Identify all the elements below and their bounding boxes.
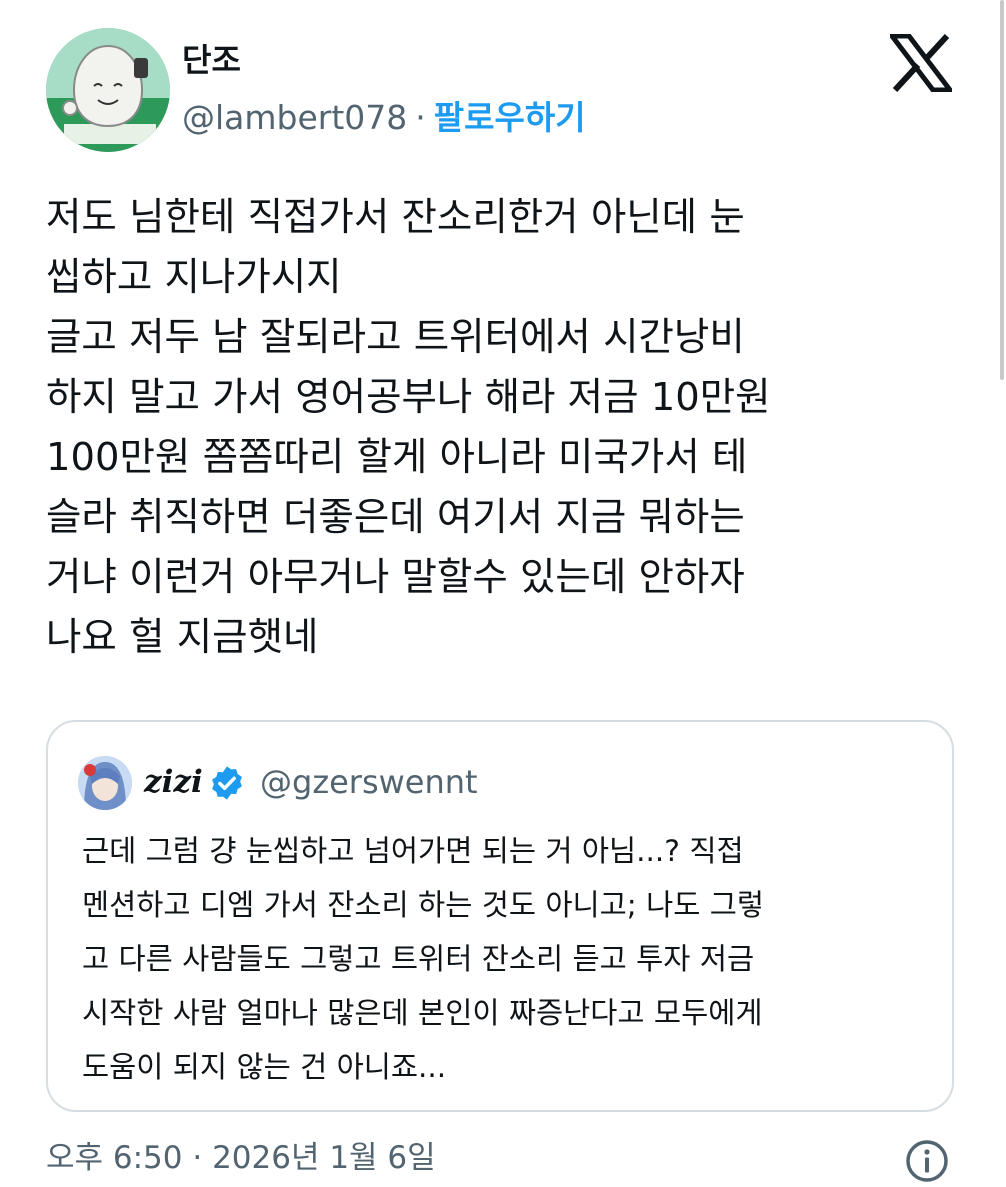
quoted-tweet-card[interactable]: zizi @gzerswennt 근데 그럼 걍 눈씹하고 넘어가면 되는 거 … [46,720,954,1112]
author-handle-row: @lambert078 · 팔로우하기 [182,96,586,140]
tweet-line: 나요 헐 지금햇네 [46,615,319,660]
quoted-tweet-text: 근데 그럼 걍 눈씹하고 넘어가면 되는 거 아님...? 직접 멘션하고 디엠… [82,824,932,1094]
quoted-author-avatar[interactable] [78,756,132,810]
handle-separator: · [415,98,426,137]
author-handle[interactable]: @lambert078 [182,98,407,137]
verified-badge-icon [212,766,242,800]
tweet-line: 슬라 취직하면 더좋은데 여기서 지금 뭐하는 [46,495,745,540]
follow-button[interactable]: 팔로우하기 [434,98,586,137]
quote-line: 근데 그럼 걍 눈씹하고 넘어가면 되는 거 아님...? 직접 [82,834,744,868]
tweet-line: 글고 저두 남 잘되라고 트위터에서 시간낭비 [46,315,745,360]
quote-line: 고 다른 사람들도 그렇고 트위터 잔소리 듣고 투자 저금 [82,942,755,976]
quoted-display-name[interactable]: zizi [144,762,203,802]
quote-line: 도움이 되지 않는 건 아니죠... [82,1050,447,1084]
tweet-line: 100만원 쫌쫌따리 할게 아니라 미국가서 테 [46,435,748,480]
quote-line: 시작한 사람 얼마나 많은데 본인이 짜증난다고 모두에게 [82,996,763,1030]
tweet-line: 하지 말고 가서 영어공부나 해라 저금 10만원 [46,375,771,420]
tweet-line: 저도 님한테 직접가서 잔소리한거 아닌데 눈 [46,195,745,240]
quoted-handle[interactable]: @gzerswennt [260,760,478,804]
author-avatar[interactable] [46,28,170,152]
info-icon[interactable] [904,1138,950,1184]
anime-avatar-icon [78,756,132,810]
scrollbar[interactable] [1000,0,1004,380]
mascot-avatar-icon [46,28,170,152]
x-logo-icon[interactable] [890,34,952,92]
tweet-timestamp[interactable]: 오후 6:50 · 2026년 1월 6일 [46,1136,436,1180]
tweet-line: 거냐 이런거 아무거나 말할수 있는데 안하자 [46,555,745,600]
author-display-name[interactable]: 단조 [182,40,241,80]
tweet-text: 저도 님한테 직접가서 잔소리한거 아닌데 눈 씹하고 지나가시지 글고 저두 … [46,188,956,668]
tweet-line: 씹하고 지나가시지 [46,255,342,300]
quote-line: 멘션하고 디엠 가서 잔소리 하는 것도 아니고; 나도 그렇 [82,888,765,922]
